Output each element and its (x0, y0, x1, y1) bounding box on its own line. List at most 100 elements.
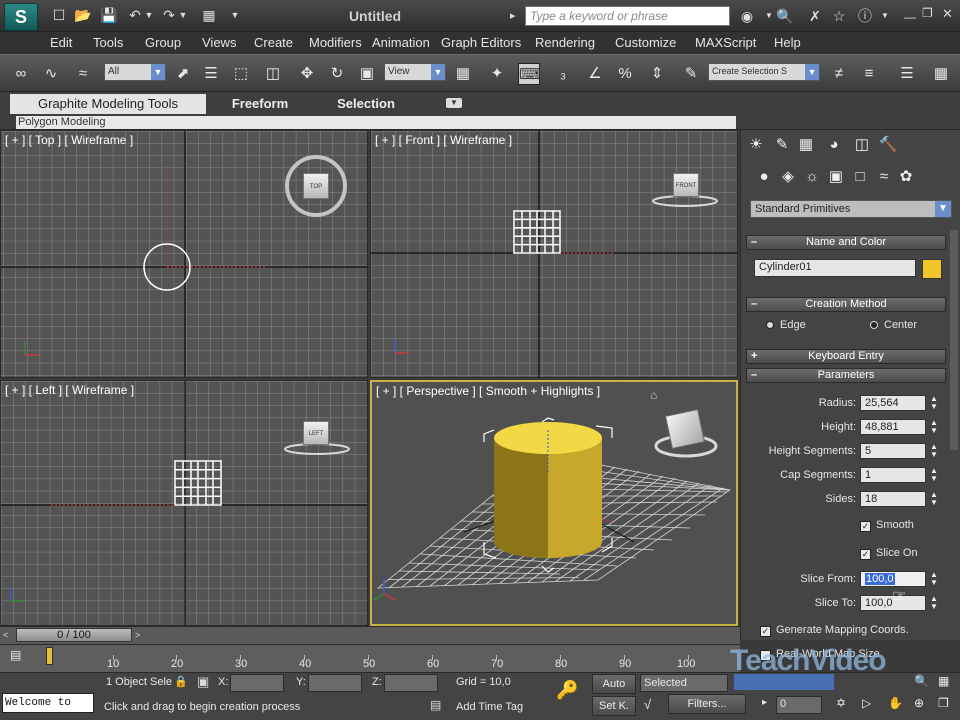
save-file-icon[interactable]: 💾 (100, 6, 118, 24)
radio-edge[interactable] (766, 321, 774, 329)
help-dropdown-icon[interactable]: ▼ (876, 7, 894, 25)
zoom-region-icon[interactable]: ▦ (938, 674, 958, 692)
select-and-scale-icon[interactable]: ▣ (356, 63, 378, 85)
pivot-center-icon[interactable]: ▦ (452, 63, 474, 85)
height-segments-spinner-icon[interactable]: ▲ ▼ (929, 443, 939, 459)
z-coordinate-field[interactable] (384, 674, 438, 692)
key-mode-icon[interactable]: √ (644, 697, 662, 713)
selection-lock-icon[interactable]: 🔒 (174, 675, 188, 689)
command-panel-scrollbar[interactable] (950, 230, 958, 450)
favorites-star-icon[interactable]: ☆ (830, 7, 848, 25)
generate-mapping-checkbox[interactable]: ✓ (760, 626, 771, 637)
sides-field[interactable]: 18 (860, 491, 926, 507)
snaps-toggle-icon[interactable]: ₃ (552, 63, 574, 85)
percent-snap-icon[interactable]: % (614, 63, 636, 85)
menu-rendering[interactable]: Rendering (535, 35, 595, 50)
modify-panel-tab-icon[interactable]: ✎ (771, 134, 793, 156)
slice-from-field[interactable]: 100,0 (860, 571, 926, 587)
systems-category-icon[interactable]: ✿ (895, 166, 917, 188)
tab-graphite-modeling-tools[interactable]: Graphite Modeling Tools (10, 94, 206, 114)
smooth-checkbox[interactable]: ✓ (860, 521, 871, 532)
rollout-creation-method[interactable]: – Creation Method (746, 297, 946, 312)
named-selection-sets-dropdown[interactable]: Create Selection S ▼ (708, 63, 820, 81)
viewcube-perspective-icon[interactable] (664, 408, 706, 450)
redo-dropdown-icon[interactable]: ▼ (174, 6, 192, 24)
rollout-parameters[interactable]: – Parameters (746, 368, 946, 383)
subscription-key-icon[interactable]: 🔍 (776, 7, 794, 25)
utilities-panel-tab-icon[interactable]: 🔨 (877, 134, 899, 156)
radio-center[interactable] (870, 321, 878, 329)
selection-filter-dropdown[interactable]: All ▼ (104, 63, 166, 81)
radius-field[interactable]: 25,564 (860, 395, 926, 411)
align-icon[interactable]: ≡ (858, 63, 880, 85)
project-folder-icon[interactable]: ▦ (200, 6, 218, 24)
menu-maxscript[interactable]: MAXScript (695, 35, 756, 50)
quick-access-dropdown-icon[interactable]: ▼ (226, 6, 244, 24)
viewport-front[interactable]: [ + ] [ Front ] [ Wireframe ] FRONT (370, 130, 738, 378)
field-of-view-icon[interactable]: ▷ (862, 696, 882, 714)
current-frame-marker[interactable] (46, 647, 53, 665)
binoculars-icon[interactable]: ◉ (738, 7, 756, 25)
menu-edit[interactable]: Edit (50, 35, 72, 50)
open-file-icon[interactable]: 📂 (74, 6, 92, 24)
select-by-name-icon[interactable]: ☰ (200, 63, 222, 85)
spinner-snap-icon[interactable]: ⇕ (646, 63, 668, 85)
height-segments-field[interactable]: 5 (860, 443, 926, 459)
add-time-tag-text[interactable]: Add Time Tag (456, 701, 523, 713)
edit-named-selection-icon[interactable]: ✎ (680, 63, 702, 85)
zoom-extents-icon[interactable]: ⊕ (914, 696, 934, 714)
slice-on-checkbox[interactable]: ✓ (860, 549, 871, 560)
time-slider-next-icon[interactable]: > (135, 629, 145, 641)
filters-button[interactable]: Filters... (668, 694, 746, 714)
menu-animation[interactable]: Animation (372, 35, 430, 50)
menu-views[interactable]: Views (202, 35, 236, 50)
application-logo-icon[interactable]: S (4, 3, 38, 31)
close-icon[interactable]: ✕ (942, 6, 958, 22)
new-file-icon[interactable]: ☐ (50, 6, 68, 24)
hierarchy-panel-tab-icon[interactable]: ▦ (795, 134, 817, 156)
search-input[interactable]: Type a keyword or phrase (525, 6, 730, 26)
cameras-category-icon[interactable]: ▣ (825, 166, 847, 188)
tab-freeform[interactable]: Freeform (220, 94, 300, 114)
key-filter-dropdown[interactable]: Selected (640, 674, 728, 692)
window-crossing-icon[interactable]: ◫ (262, 63, 284, 85)
absolute-mode-icon[interactable]: ▣ (197, 674, 213, 690)
motion-panel-tab-icon[interactable]: ◕ (823, 134, 845, 156)
time-slider-prev-icon[interactable]: < (3, 629, 13, 641)
select-and-move-icon[interactable]: ✥ (296, 63, 318, 85)
select-and-manipulate-icon[interactable]: ✦ (486, 63, 508, 85)
maximize-viewport-icon[interactable]: ❐ (938, 696, 958, 714)
rollout-keyboard-entry[interactable]: + Keyboard Entry (746, 349, 946, 364)
menu-customize[interactable]: Customize (615, 35, 676, 50)
zoom-all-icon[interactable]: 🔍 (914, 674, 934, 692)
create-panel-tab-icon[interactable]: ☀ (745, 134, 767, 156)
select-object-icon[interactable]: ⬈ (172, 63, 194, 85)
angle-snap-icon[interactable]: ∠ (584, 63, 606, 85)
viewport-label-top[interactable]: [ + ] [ Top ] [ Wireframe ] (5, 133, 133, 147)
set-key-icon[interactable]: 🔑 (556, 680, 582, 702)
tab-selection[interactable]: Selection (326, 94, 406, 114)
minimize-icon[interactable]: — (904, 10, 920, 24)
primitive-category-dropdown[interactable]: Standard Primitives ▼ (750, 200, 952, 218)
reference-coordinate-dropdown[interactable]: View ▼ (384, 63, 446, 81)
select-and-link-icon[interactable]: ∞ (10, 63, 32, 85)
select-and-rotate-icon[interactable]: ↻ (326, 63, 348, 85)
mirror-icon[interactable]: ≠ (828, 63, 850, 85)
viewport-perspective[interactable]: [ + ] [ Perspective ] [ Smooth + Highlig… (370, 380, 738, 626)
menu-help[interactable]: Help (774, 35, 801, 50)
viewport-top[interactable]: [ + ] [ Top ] [ Wireframe ] TOP (0, 130, 368, 378)
current-frame-field[interactable]: 0 (776, 696, 822, 714)
viewport-left[interactable]: [ + ] [ Left ] [ Wireframe ] LEFT (0, 380, 368, 626)
set-key-button[interactable]: Set K. (592, 696, 636, 716)
x-coordinate-field[interactable] (230, 674, 284, 692)
viewport-label-front[interactable]: [ + ] [ Front ] [ Wireframe ] (375, 133, 512, 147)
keyboard-shortcut-override-icon[interactable]: ⌨ (518, 63, 541, 85)
layer-manager-icon[interactable]: ☰ (896, 63, 918, 85)
unlink-selection-icon[interactable]: ∿ (40, 63, 62, 85)
orbit-icon[interactable]: ✡ (836, 696, 856, 714)
cap-segments-spinner-icon[interactable]: ▲ ▼ (929, 467, 939, 483)
menu-graph-editors[interactable]: Graph Editors (441, 35, 521, 50)
helpers-category-icon[interactable]: □ (849, 166, 871, 188)
space-warps-category-icon[interactable]: ≈ (873, 166, 895, 188)
menu-modifiers[interactable]: Modifiers (309, 35, 362, 50)
